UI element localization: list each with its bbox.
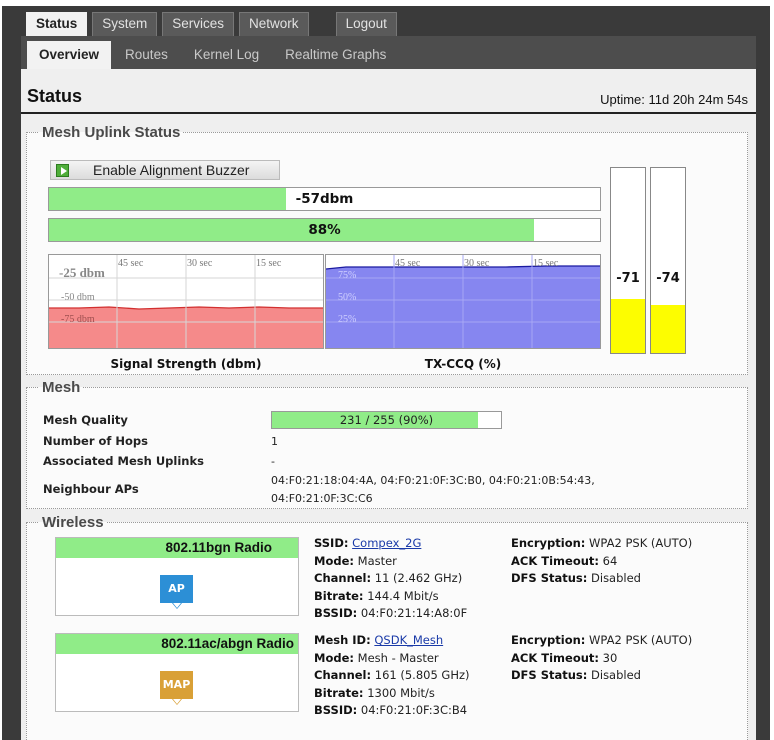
wireless-legend: Wireless — [42, 514, 104, 531]
signal-graph-caption: Signal Strength (dbm) — [110, 357, 262, 371]
ccq-y-75: 75% — [338, 270, 356, 281]
mesh-id-link[interactable]: QSDK_Mesh — [374, 633, 443, 647]
ccq-time-30: 30 sec — [464, 258, 490, 269]
play-icon — [56, 164, 69, 177]
ccq-bar: 88% — [48, 218, 601, 242]
page-title: Status — [27, 86, 83, 106]
ssid-link[interactable]: Compex_2G — [352, 536, 421, 550]
uplink-section: Mesh Uplink Status Enable Alignment Buzz… — [26, 124, 748, 375]
hops-label: Number of Hops — [43, 434, 149, 448]
radio-5g-info-left: Mesh ID: QSDK_Mesh Mode: Mesh - Master C… — [314, 633, 470, 718]
uplink-legend: Mesh Uplink Status — [42, 124, 181, 141]
alignment-buzzer-button[interactable]: Enable Alignment Buzzer — [50, 160, 280, 180]
chain-1-value: -74 — [656, 271, 680, 286]
logout-button[interactable]: Logout — [335, 12, 397, 36]
hops-value: 1 — [271, 435, 278, 448]
ccq-time-15: 15 sec — [533, 258, 559, 269]
subtab-routes[interactable]: Routes — [113, 41, 180, 69]
sig-y-25: -25 dbm — [59, 265, 105, 280]
sig-y-75: -75 dbm — [61, 314, 95, 325]
sig-time-30: 30 sec — [187, 258, 213, 269]
signal-graph-svg: 45 sec 30 sec 15 sec -25 dbm -50 dbm -75… — [49, 255, 323, 348]
ccq-time-45: 45 sec — [395, 258, 421, 269]
radio-card-2g[interactable]: 802.11bgn Radio AP — [55, 537, 299, 616]
tab-system[interactable]: System — [92, 12, 158, 36]
radio-title: 802.11bgn Radio — [56, 538, 298, 558]
status-header: Status Uptime: 11d 20h 24m 54s — [21, 84, 756, 114]
chain-0-bar: -71 — [610, 167, 646, 354]
mesh-quality-text: 231 / 255 (90%) — [339, 413, 434, 427]
sig-time-45: 45 sec — [118, 258, 144, 269]
ccq-y-25: 25% — [338, 314, 356, 325]
tab-status[interactable]: Status — [26, 12, 88, 36]
subtab-kernel-log[interactable]: Kernel Log — [182, 41, 271, 69]
chain-1-bar: -74 — [650, 167, 686, 354]
top-nav: Status System Services Network Logout — [26, 12, 402, 36]
mesh-section: Mesh Mesh Quality 231 / 255 (90%) Number… — [26, 379, 748, 509]
mesh-legend: Mesh — [42, 379, 81, 396]
main-content: Status Uptime: 11d 20h 24m 54s Mesh Upli… — [21, 69, 756, 740]
radio-card-5g[interactable]: 802.11ac/abgn Radio MAP — [55, 633, 299, 712]
uplinks-value: - — [271, 455, 275, 468]
sig-y-50: -50 dbm — [61, 292, 95, 303]
sub-nav: Overview Routes Kernel Log Realtime Grap… — [21, 36, 756, 69]
buzzer-label: Enable Alignment Buzzer — [93, 162, 250, 178]
subtab-realtime-graphs[interactable]: Realtime Graphs — [273, 41, 398, 69]
neighbours-label: Neighbour APs — [43, 482, 139, 496]
neighbours-value-2: 04:F0:21:0F:3C:C6 — [271, 492, 373, 505]
signal-graph: 45 sec 30 sec 15 sec -25 dbm -50 dbm -75… — [48, 254, 324, 349]
chain-1-fill — [651, 304, 685, 353]
sig-time-15: 15 sec — [256, 258, 282, 269]
chain-0-fill — [611, 299, 645, 353]
radio-2g-info-left: SSID: Compex_2G Mode: Master Channel: 11… — [314, 536, 468, 621]
tab-services[interactable]: Services — [162, 12, 235, 36]
ccq-y-50: 50% — [338, 292, 356, 303]
badge-pointer-icon — [172, 603, 182, 609]
neighbours-value-1: 04:F0:21:18:04:4A, 04:F0:21:0F:3C:B0, 04… — [271, 474, 595, 487]
radio-5g-info-right: Encryption: WPA2 PSK (AUTO) ACK Timeout:… — [511, 633, 693, 683]
ccq-text: 88% — [308, 222, 341, 238]
mesh-quality-label: Mesh Quality — [43, 413, 128, 427]
signal-strength-text: -57dbm — [295, 191, 354, 207]
ccq-graph-svg: 45 sec 30 sec 15 sec 75% 50% 25% — [326, 255, 600, 348]
ccq-graph-caption: TX-CCQ (%) — [424, 357, 502, 371]
radio-title: 802.11ac/abgn Radio — [56, 634, 298, 654]
signal-strength-bar: -57dbm — [48, 187, 601, 211]
subtab-overview[interactable]: Overview — [27, 41, 112, 69]
mesh-quality-bar: 231 / 255 (90%) — [271, 411, 502, 429]
wireless-section: Wireless 802.11bgn Radio AP SSID: Compex… — [26, 514, 748, 740]
ccq-graph: 45 sec 30 sec 15 sec 75% 50% 25% — [325, 254, 601, 349]
chain-0-value: -71 — [616, 271, 640, 286]
ap-badge-icon: AP — [160, 575, 193, 609]
uptime-text: Uptime: 11d 20h 24m 54s — [600, 92, 748, 107]
tab-network[interactable]: Network — [239, 12, 309, 36]
map-badge-icon: MAP — [160, 671, 193, 705]
radio-2g-info-right: Encryption: WPA2 PSK (AUTO) ACK Timeout:… — [511, 536, 693, 586]
uplinks-label: Associated Mesh Uplinks — [43, 454, 204, 468]
badge-pointer-icon — [172, 699, 182, 705]
